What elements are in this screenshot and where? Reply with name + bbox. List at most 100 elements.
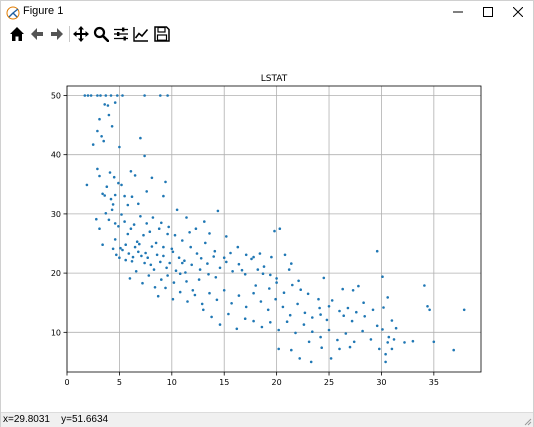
x-tick-label: 15 <box>219 378 229 387</box>
data-point <box>222 256 226 259</box>
y-tick-label: 10 <box>51 328 61 337</box>
data-point <box>256 268 260 271</box>
data-point <box>118 256 121 259</box>
pan-button[interactable] <box>71 24 91 44</box>
data-point <box>175 208 179 212</box>
data-point <box>390 347 394 351</box>
home-button[interactable] <box>7 24 27 44</box>
data-point <box>165 266 168 270</box>
data-point <box>236 245 240 249</box>
zoom-button[interactable] <box>91 24 111 44</box>
x-tick-label: 20 <box>272 378 282 387</box>
customize-button[interactable] <box>131 24 151 44</box>
x-coordinate-value: 29.8031 <box>13 414 50 425</box>
data-point <box>107 113 111 117</box>
resize-grip-icon[interactable] <box>522 416 532 426</box>
data-point <box>140 254 143 258</box>
data-point <box>108 171 112 174</box>
window-title: Figure 1 <box>23 5 64 17</box>
close-button[interactable] <box>502 1 534 23</box>
data-point <box>185 216 188 219</box>
data-point <box>235 327 239 331</box>
data-point <box>155 253 159 257</box>
data-point <box>432 340 436 344</box>
data-point <box>240 268 244 272</box>
data-point <box>181 261 184 265</box>
data-point <box>124 243 127 246</box>
data-point <box>101 192 104 196</box>
data-point <box>426 305 429 308</box>
minimize-icon <box>453 11 463 13</box>
data-point <box>298 357 302 360</box>
data-point <box>149 263 153 267</box>
data-point <box>375 324 379 328</box>
data-point <box>171 297 175 301</box>
data-point <box>121 94 124 97</box>
data-point <box>112 175 116 179</box>
maximize-button[interactable] <box>472 1 504 23</box>
data-point <box>213 249 217 253</box>
data-point <box>120 183 123 187</box>
subplots-button[interactable] <box>111 24 131 44</box>
data-point <box>113 238 117 241</box>
data-point <box>195 252 199 255</box>
data-point <box>150 176 154 180</box>
data-point <box>384 352 387 356</box>
data-point <box>275 281 278 284</box>
data-point <box>381 328 384 331</box>
scatter-plot[interactable]: 0 5 10 15 20 25 30 35 10 20 30 40 50 LSTAT <box>1 45 533 412</box>
save-button[interactable] <box>152 24 172 44</box>
data-point <box>428 308 431 312</box>
data-point <box>268 287 271 290</box>
status-bar: x=29.8031 y=51.6634 <box>1 412 533 427</box>
data-point <box>177 256 181 259</box>
data-point <box>254 284 257 287</box>
data-point <box>307 340 311 344</box>
data-point <box>207 273 210 276</box>
data-point <box>162 194 165 198</box>
data-point <box>338 347 341 351</box>
minimize-button[interactable] <box>442 1 474 23</box>
data-point <box>188 231 191 234</box>
data-point <box>189 245 192 249</box>
data-point <box>103 103 106 106</box>
data-point <box>369 338 373 341</box>
back-button[interactable] <box>27 24 47 44</box>
data-point <box>89 94 93 97</box>
title-bar: Figure 1 <box>1 1 533 23</box>
data-point <box>139 136 142 140</box>
forward-button[interactable] <box>47 24 67 44</box>
data-point <box>390 319 394 322</box>
data-point <box>244 253 248 257</box>
data-point <box>244 305 248 309</box>
x-tick-label: 25 <box>324 378 334 387</box>
data-point <box>320 346 324 350</box>
data-point <box>168 261 171 265</box>
data-point <box>193 293 197 297</box>
data-point <box>98 174 101 178</box>
figure-canvas[interactable]: 0 5 10 15 20 25 30 35 10 20 30 40 50 LSTAT <box>1 45 533 412</box>
data-point <box>243 273 247 276</box>
data-point <box>317 297 320 301</box>
data-point <box>126 232 130 236</box>
data-point <box>344 332 348 335</box>
data-point <box>127 252 131 255</box>
data-point <box>118 145 121 149</box>
data-point <box>83 94 87 97</box>
data-point <box>277 347 281 351</box>
data-point <box>186 300 189 303</box>
data-point <box>287 268 291 271</box>
home-icon <box>10 27 24 41</box>
data-point <box>386 296 390 299</box>
data-point <box>294 331 297 335</box>
data-point <box>299 288 303 291</box>
data-point <box>134 270 138 273</box>
data-point <box>282 291 286 294</box>
data-point <box>319 335 322 339</box>
data-point <box>121 248 124 252</box>
data-point <box>302 323 306 326</box>
data-point <box>173 233 177 237</box>
data-point <box>325 318 329 322</box>
data-point <box>162 245 165 249</box>
chart-title: LSTAT <box>261 74 288 84</box>
